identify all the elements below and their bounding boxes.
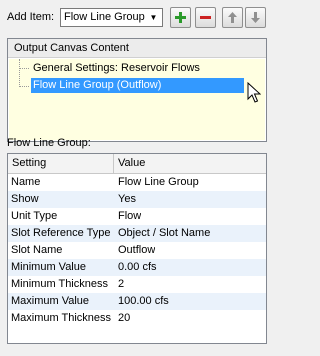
add-item-label: Add Item:: [7, 11, 55, 23]
setting-value[interactable]: Yes: [114, 191, 136, 208]
tree-connector: [19, 59, 20, 87]
setting-value[interactable]: Outflow: [114, 242, 155, 259]
column-header-value[interactable]: Value: [114, 154, 145, 173]
add-item-dropdown-value: Flow Line Group: [64, 11, 145, 23]
canvas-content-tree[interactable]: Output Canvas Content General Settings: …: [7, 38, 267, 142]
canvas-content-header: Output Canvas Content: [8, 39, 266, 58]
setting-name: Maximum Value: [11, 295, 90, 307]
table-row[interactable]: Name Flow Line Group: [8, 174, 266, 191]
plus-icon: [175, 12, 186, 23]
table-row[interactable]: Slot Name Outflow: [8, 242, 266, 259]
mouse-cursor-icon: [247, 82, 261, 103]
setting-value[interactable]: 0.00 cfs: [114, 259, 157, 276]
settings-grid[interactable]: Setting Value Name Flow Line Group Show …: [7, 153, 267, 344]
table-row[interactable]: Minimum Thickness 2: [8, 276, 266, 293]
tree-item-general-settings[interactable]: General Settings: Reservoir Flows: [31, 61, 202, 76]
table-row[interactable]: Slot Reference Type Object / Slot Name: [8, 225, 266, 242]
setting-name: Maximum Thickness: [11, 312, 112, 324]
settings-grid-header: Setting Value: [8, 154, 266, 174]
canvas-content-body: General Settings: Reservoir Flows Flow L…: [9, 59, 265, 140]
setting-name: Name: [11, 176, 41, 188]
move-up-button[interactable]: [222, 7, 243, 28]
setting-value[interactable]: 2: [114, 276, 124, 293]
setting-name: Show: [11, 193, 39, 205]
move-down-button[interactable]: [245, 7, 266, 28]
table-row[interactable]: Show Yes: [8, 191, 266, 208]
flow-line-group-label: Flow Line Group:: [7, 137, 91, 149]
setting-value[interactable]: 100.00 cfs: [114, 293, 169, 310]
setting-name: Unit Type: [11, 210, 58, 222]
column-header-setting[interactable]: Setting: [8, 154, 114, 173]
setting-value[interactable]: Flow Line Group: [114, 174, 199, 191]
chevron-down-icon[interactable]: ▼: [146, 10, 161, 25]
setting-name: Slot Name: [11, 244, 63, 256]
setting-name: Slot Reference Type: [11, 227, 111, 239]
add-item-dropdown[interactable]: Flow Line Group ▼: [60, 8, 163, 27]
setting-name: Minimum Thickness: [11, 278, 108, 290]
minus-icon: [200, 16, 211, 19]
tree-connector: [19, 68, 29, 69]
table-row[interactable]: Unit Type Flow: [8, 208, 266, 225]
arrow-up-icon: [228, 12, 237, 23]
tree-item-flow-line-group[interactable]: Flow Line Group (Outflow): [31, 78, 244, 93]
table-row[interactable]: Maximum Value 100.00 cfs: [8, 293, 266, 310]
remove-button[interactable]: [195, 7, 216, 28]
table-row[interactable]: Maximum Thickness 20: [8, 310, 266, 327]
tree-connector: [19, 86, 29, 87]
setting-name: Minimum Value: [11, 261, 86, 273]
setting-value[interactable]: 20: [114, 310, 130, 327]
add-button[interactable]: [170, 7, 191, 28]
setting-value[interactable]: Flow: [114, 208, 141, 225]
table-row[interactable]: Minimum Value 0.00 cfs: [8, 259, 266, 276]
setting-value[interactable]: Object / Slot Name: [114, 225, 210, 242]
arrow-down-icon: [251, 12, 260, 23]
